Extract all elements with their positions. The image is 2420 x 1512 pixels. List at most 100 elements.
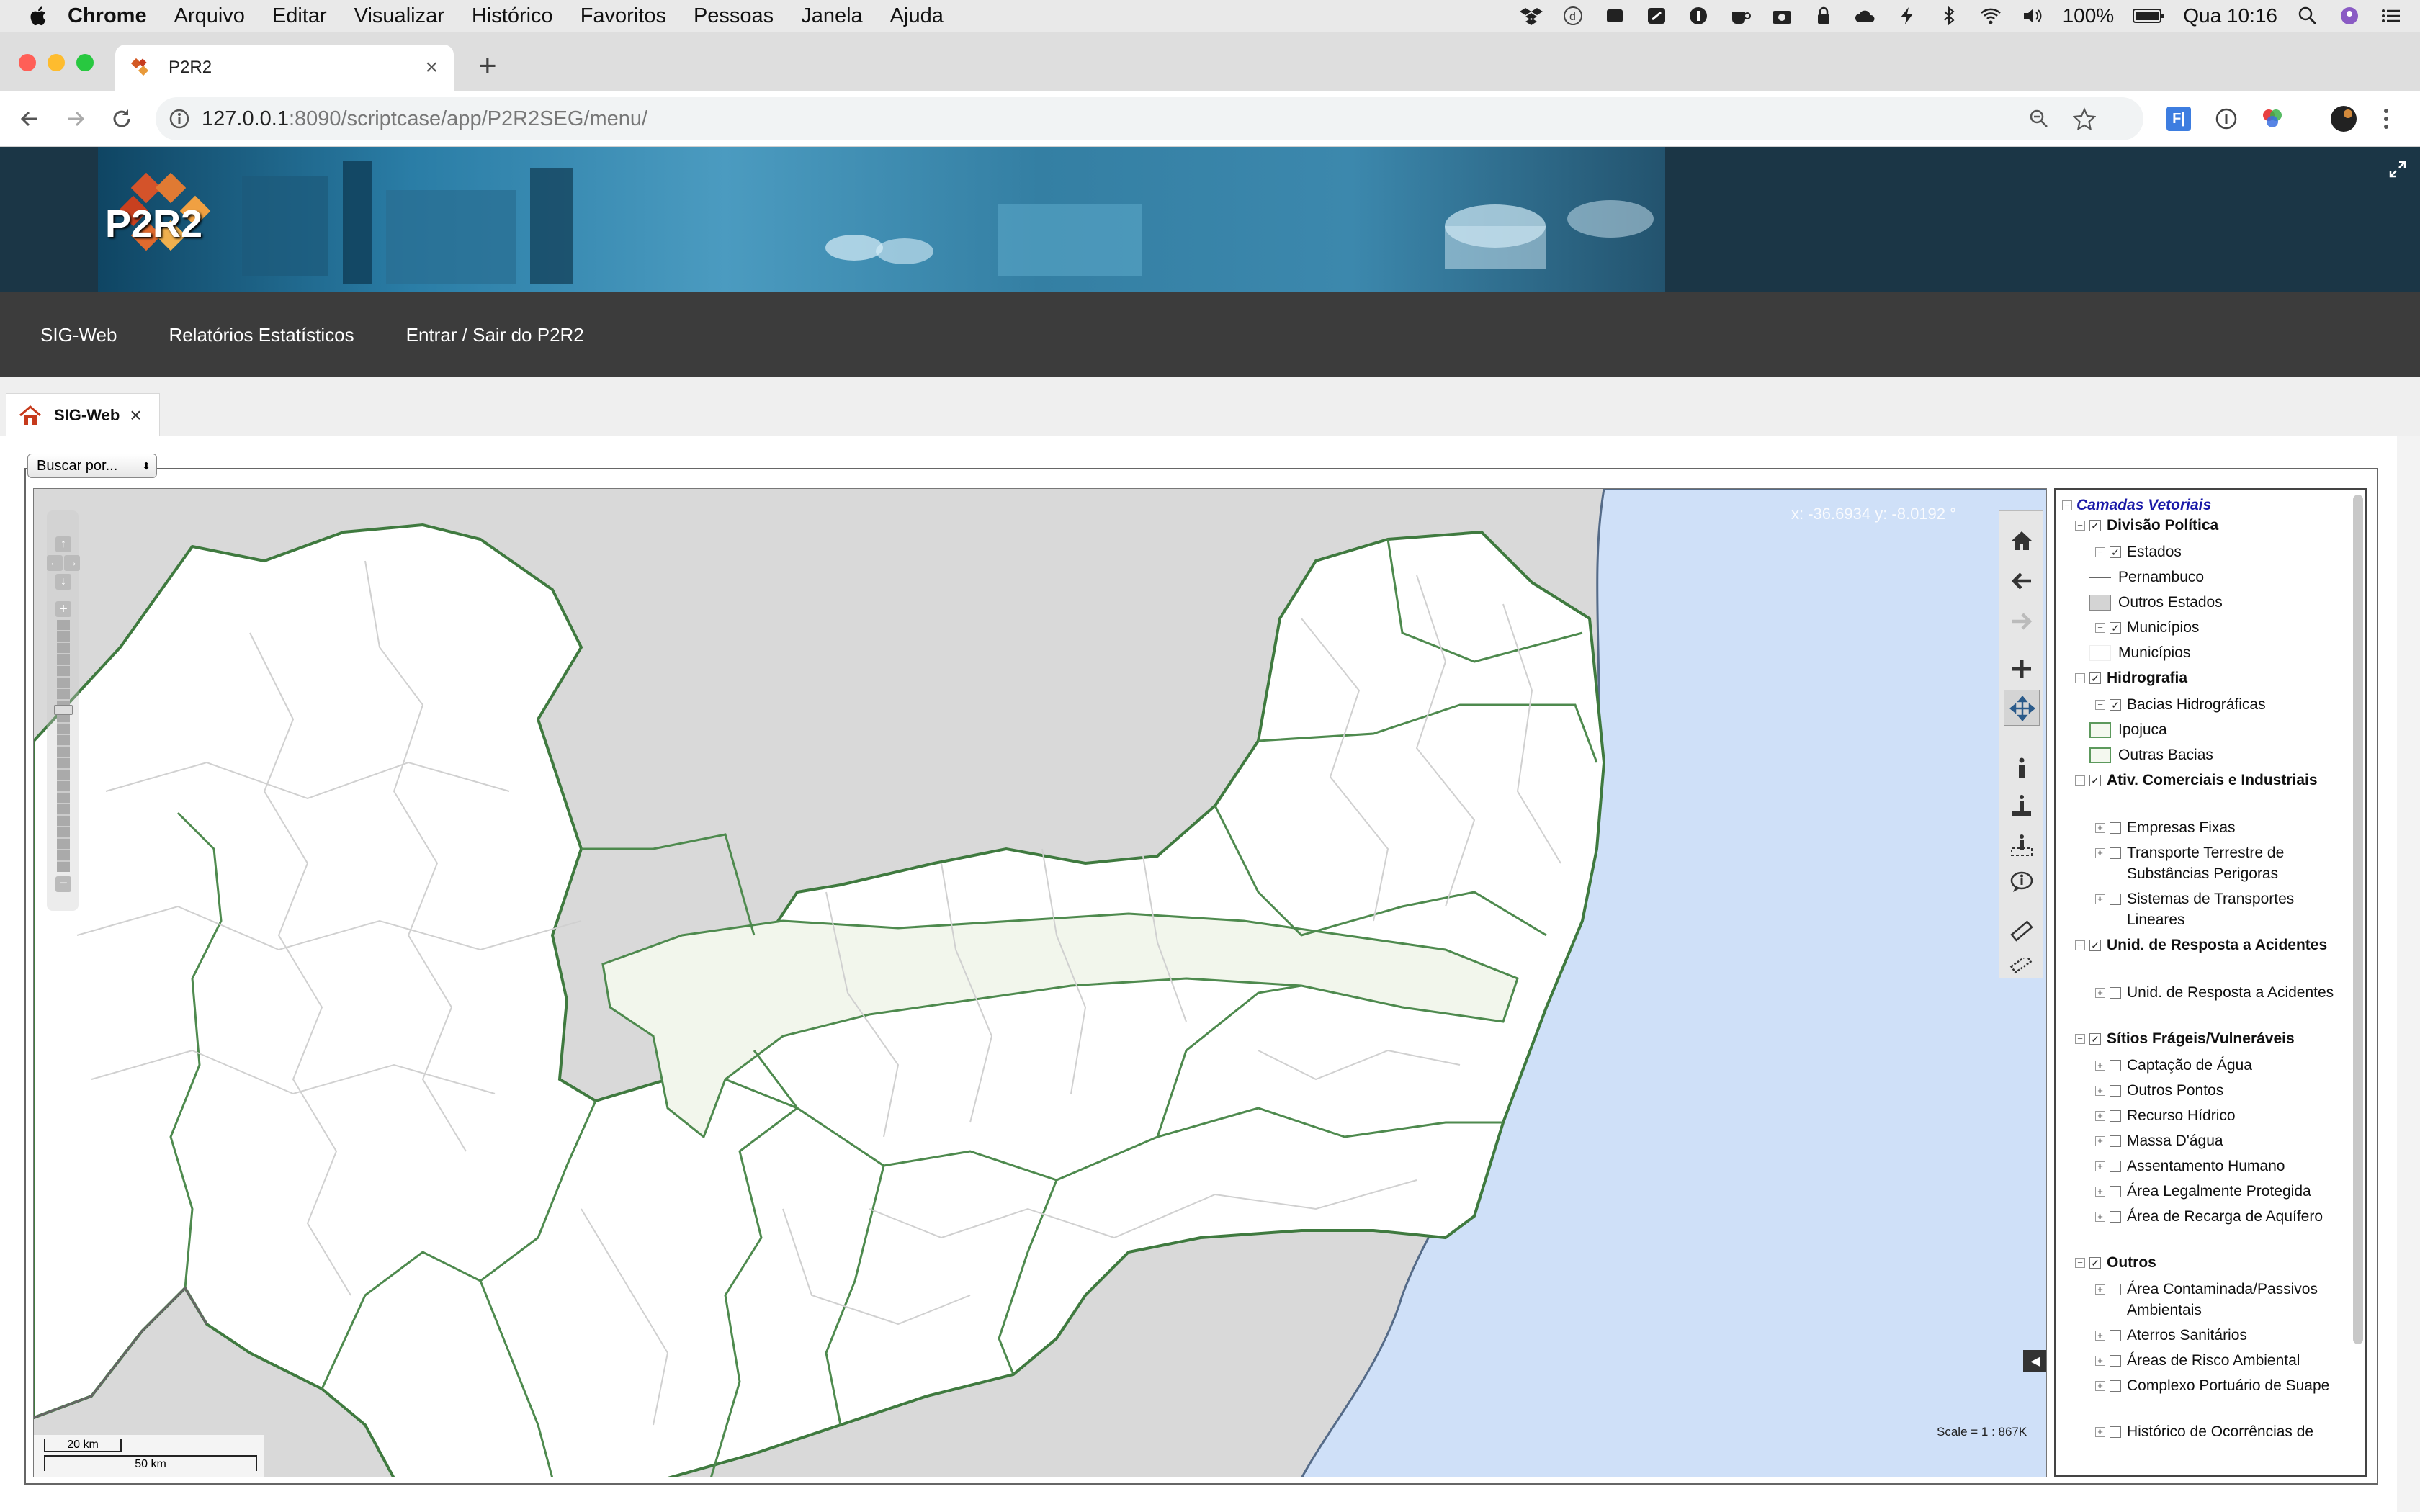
legend-row-checkbox[interactable] <box>2110 1085 2121 1097</box>
color-picker-icon[interactable] <box>2260 107 2285 131</box>
map-viewport[interactable]: x: -36.6934 y: -8.0192 ° ↑ ← → ↓ + − ◀ S… <box>33 488 2047 1477</box>
legend-row[interactable]: − ✓ Unid. de Resposta a Acidentes <box>2075 935 2344 955</box>
legend-row-checkbox[interactable] <box>2110 1060 2121 1071</box>
legend-row-toggle[interactable]: + <box>2095 1136 2105 1146</box>
legend-row-checkbox[interactable]: ✓ <box>2089 775 2101 786</box>
browser-menu-icon[interactable] <box>2381 107 2391 131</box>
legend-root-toggle[interactable]: − <box>2062 500 2072 510</box>
camera-icon[interactable] <box>1770 5 1793 27</box>
legend-row[interactable]: + Área Legalmente Protegida <box>2095 1181 2344 1202</box>
legend-row-checkbox[interactable] <box>2110 1161 2121 1172</box>
legend-row-toggle[interactable]: − <box>2075 1258 2085 1268</box>
legend-row[interactable]: + Recurso Hídrico <box>2095 1105 2344 1126</box>
legend-row-checkbox[interactable] <box>2110 1426 2121 1438</box>
legend-row[interactable]: + Área Contaminada/Passivos Ambientais <box>2095 1279 2344 1320</box>
address-bar[interactable]: 127.0.0.1:8090/scriptcase/app/P2R2SEG/me… <box>156 97 2143 140</box>
legend-row-checkbox[interactable]: ✓ <box>2089 520 2101 531</box>
extension-info-icon[interactable] <box>2214 107 2238 131</box>
nav-entrar-sair[interactable]: Entrar / Sair do P2R2 <box>380 292 610 377</box>
legend-row-checkbox[interactable]: ✓ <box>2089 1033 2101 1045</box>
legend-row-checkbox[interactable] <box>2110 987 2121 999</box>
measure-area-icon[interactable] <box>2009 958 2034 975</box>
legend-row[interactable]: + Assentamento Humano <box>2095 1156 2344 1176</box>
menubar-item-ajuda[interactable]: Ajuda <box>890 4 944 28</box>
legend-row-toggle[interactable]: − <box>2075 940 2085 950</box>
legend-row-toggle[interactable]: + <box>2095 894 2105 904</box>
legend-row[interactable]: Ipojuca <box>2089 719 2344 740</box>
legend-scrollbar[interactable] <box>2353 495 2363 1344</box>
menubar-item-historico[interactable]: Histórico <box>472 4 553 28</box>
bookmark-star-icon[interactable] <box>2073 107 2096 130</box>
legend-row[interactable]: + Outros Pontos <box>2095 1080 2344 1101</box>
legend-row-checkbox[interactable]: ✓ <box>2089 940 2101 951</box>
legend-row[interactable]: + Empresas Fixas <box>2095 817 2344 838</box>
search-by-select[interactable]: Buscar por... ⬍ <box>27 454 157 478</box>
menubar-item-janela[interactable]: Janela <box>801 4 862 28</box>
legend-row[interactable]: + Transporte Terrestre de Substâncias Per… <box>2095 842 2344 884</box>
page-scrollbar[interactable] <box>2397 436 2420 1512</box>
bluetooth-icon[interactable] <box>1937 5 1960 27</box>
browser-tab[interactable]: P2R2 × <box>115 45 454 91</box>
profile-avatar-icon[interactable] <box>2328 104 2360 134</box>
lock-icon[interactable] <box>1812 5 1835 27</box>
tab-sig-web[interactable]: SIG-Web × <box>6 393 160 436</box>
legend-row-checkbox[interactable] <box>2110 1380 2121 1392</box>
user-avatar-icon[interactable] <box>2338 5 2361 27</box>
pan-tool-button[interactable] <box>2004 690 2040 726</box>
legend-row-checkbox[interactable]: ✓ <box>2110 699 2121 711</box>
apple-icon[interactable] <box>27 4 50 27</box>
legend-row-toggle[interactable]: + <box>2095 823 2105 833</box>
tab-close-icon[interactable]: × <box>130 404 141 427</box>
legend-row-toggle[interactable]: + <box>2095 1086 2105 1096</box>
menubar-item-visualizar[interactable]: Visualizar <box>354 4 444 28</box>
legend-row-checkbox[interactable] <box>2110 894 2121 905</box>
legend-collapse-button[interactable]: ◀ <box>2023 1350 2046 1372</box>
legend-row[interactable]: Pernambuco <box>2089 567 2344 588</box>
pan-down-button[interactable]: ↓ <box>55 574 71 590</box>
legend-row-checkbox[interactable] <box>2110 1211 2121 1223</box>
zoom-out-button[interactable]: − <box>55 876 71 892</box>
legend-row-checkbox[interactable] <box>2110 1186 2121 1197</box>
legend-row-checkbox[interactable]: ✓ <box>2089 1257 2101 1269</box>
previous-extent-icon[interactable] <box>2009 569 2034 593</box>
legend-row-toggle[interactable]: − <box>2095 700 2105 710</box>
info-icon[interactable] <box>169 108 190 130</box>
home-extent-icon[interactable] <box>2009 528 2034 553</box>
zoom-slider[interactable] <box>54 620 73 872</box>
legend-row[interactable]: − ✓ Municípios <box>2095 617 2344 638</box>
notification-icon[interactable] <box>1603 5 1626 27</box>
legend-row[interactable]: − ✓ Sítios Frágeis/Vulneráveis <box>2075 1028 2344 1049</box>
legend-row-checkbox[interactable] <box>2110 1110 2121 1122</box>
nav-relatorios-estatisticos[interactable]: Relatórios Estatísticos <box>143 292 380 377</box>
circle-d-icon[interactable]: d <box>1561 5 1585 27</box>
legend-row[interactable]: − ✓ Ativ. Comerciais e Industriais <box>2075 770 2344 791</box>
legend-row-toggle[interactable]: + <box>2095 1212 2105 1222</box>
forward-icon[interactable] <box>63 107 88 131</box>
legend-row[interactable]: + Massa D'água <box>2095 1130 2344 1151</box>
legend-row-toggle[interactable]: + <box>2095 1111 2105 1121</box>
menubar-item-editar[interactable]: Editar <box>272 4 327 28</box>
legend-row[interactable]: + Sistemas de Transportes Lineares <box>2095 888 2344 930</box>
legend-row-toggle[interactable]: + <box>2095 1061 2105 1071</box>
legend-row-toggle[interactable]: + <box>2095 1187 2105 1197</box>
legend-row-checkbox[interactable]: ✓ <box>2110 546 2121 558</box>
window-minimize-button[interactable] <box>48 54 65 71</box>
menubar-clock[interactable]: Qua 10:16 <box>2183 4 2277 27</box>
battery-percent[interactable]: 100% <box>2063 4 2115 27</box>
zap-icon[interactable] <box>1896 5 1919 27</box>
identify-stack-icon[interactable] <box>2009 793 2034 818</box>
legend-row[interactable]: + Áreas de Risco Ambiental <box>2095 1350 2344 1371</box>
legend-row[interactable]: − ✓ Divisão Política <box>2075 515 2344 536</box>
nav-sig-web[interactable]: SIG-Web <box>14 292 143 377</box>
info-balloon-icon[interactable] <box>2009 870 2034 894</box>
pan-left-button[interactable]: ← <box>47 555 63 571</box>
legend-row[interactable]: + Histórico de Ocorrências de <box>2095 1421 2344 1442</box>
pan-up-button[interactable]: ↑ <box>55 536 71 552</box>
zoom-in-button[interactable]: + <box>55 601 71 617</box>
legend-row[interactable]: Outras Bacias <box>2089 744 2344 765</box>
extension-fi-icon[interactable]: F| <box>2166 107 2191 131</box>
legend-row-checkbox[interactable]: ✓ <box>2089 672 2101 684</box>
legend-row[interactable]: + Área de Recarga de Aquífero <box>2095 1206 2344 1227</box>
zoom-box-icon[interactable] <box>2009 657 2034 681</box>
legend-row-toggle[interactable]: + <box>2095 1356 2105 1366</box>
